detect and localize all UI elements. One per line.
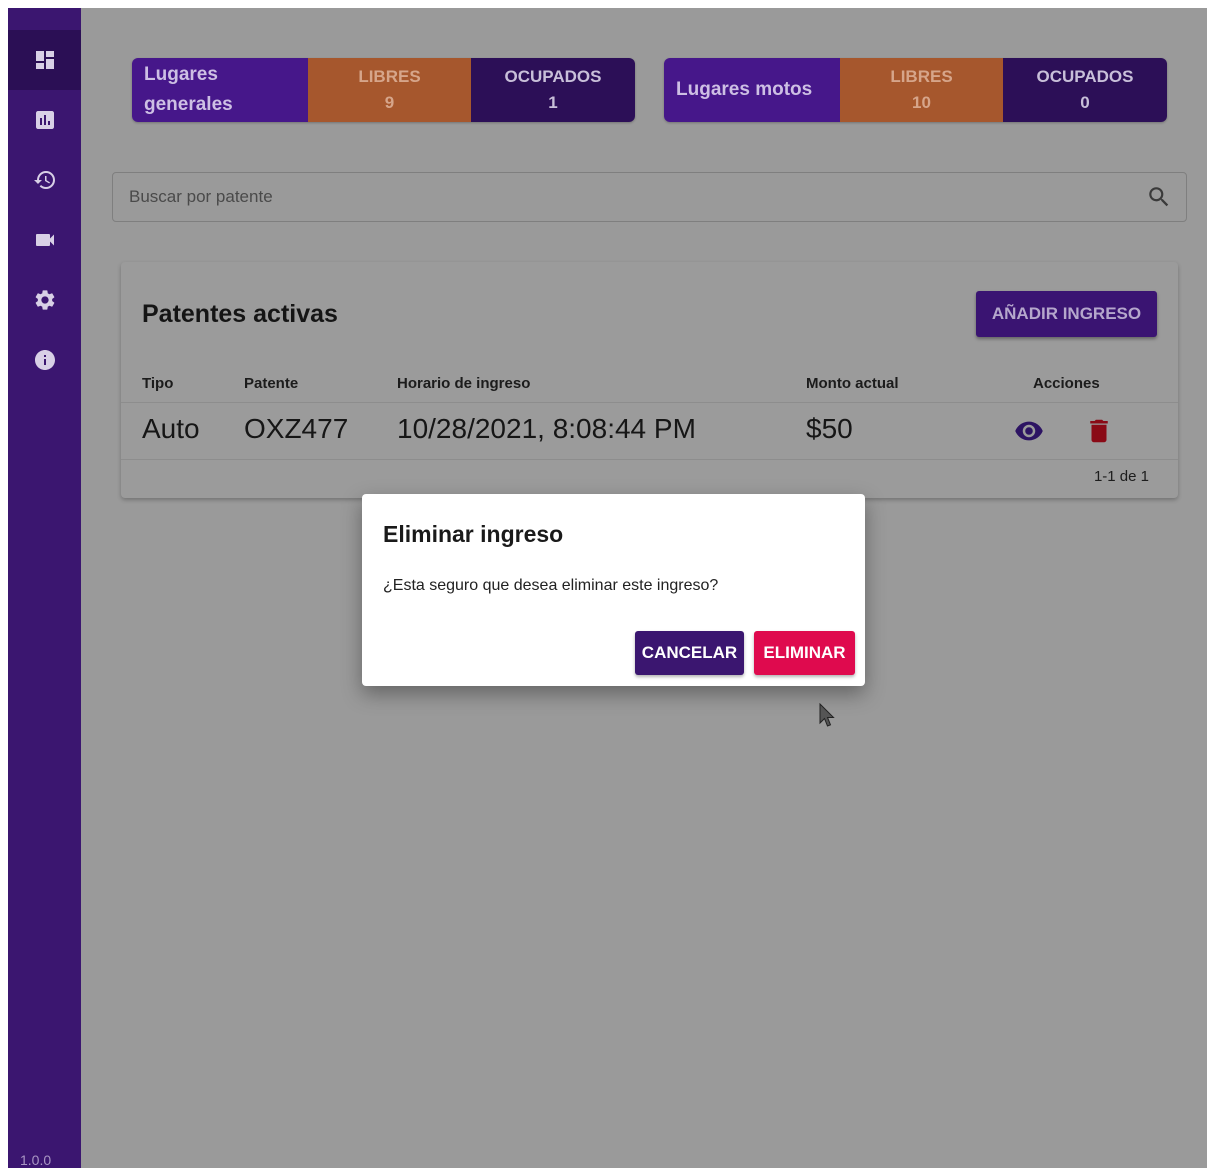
view-button[interactable] [1014, 416, 1044, 451]
stat-motos-label: Lugares motos [664, 58, 840, 122]
search-bar [112, 172, 1187, 222]
column-header-acciones: Acciones [1033, 375, 1100, 392]
sidebar-item-cameras[interactable] [8, 210, 81, 270]
cell-tipo: Auto [142, 413, 200, 444]
history-icon [33, 171, 55, 189]
stat-general-occupied-label: OCUPADOS [504, 67, 602, 86]
sidebar-item-dashboard[interactable] [8, 30, 81, 90]
dialog-message: ¿Esta seguro que desea eliminar este ing… [383, 577, 719, 594]
stat-motos-occupied-value: 0 [1080, 93, 1090, 112]
search-icon[interactable] [1146, 184, 1172, 210]
stat-general-occupied: OCUPADOS 1 [471, 58, 635, 122]
cancel-button[interactable]: CANCELAR [635, 631, 744, 675]
column-header-horario[interactable]: Horario de ingreso [397, 375, 530, 392]
cell-monto: $50 [806, 413, 853, 444]
camera-icon [35, 234, 54, 246]
sidebar-item-reports[interactable] [8, 90, 81, 150]
pagination-info: 1-1 de 1 [1093, 468, 1149, 485]
column-header-monto[interactable]: Monto actual [806, 375, 899, 392]
confirm-delete-button[interactable]: ELIMINAR [754, 631, 855, 675]
sidebar-item-history[interactable] [8, 150, 81, 210]
app-version: 1.0.0 [20, 1152, 52, 1168]
delete-button[interactable] [1084, 416, 1114, 451]
stat-general-occupied-value: 1 [548, 93, 558, 112]
stat-motos-occupied-label: OCUPADOS [1036, 67, 1134, 86]
window-frame-top [0, 0, 1207, 8]
stat-general-free: LIBRES 9 [308, 58, 471, 122]
stat-general-places: Lugares generales LIBRES 9 OCUPADOS 1 [132, 58, 635, 122]
settings-icon [35, 290, 54, 310]
column-header-patente[interactable]: Patente [244, 375, 298, 392]
sidebar: 1.0.0 [8, 8, 81, 1168]
stat-general-free-label: LIBRES [358, 67, 421, 86]
window-frame-left [0, 0, 8, 1168]
cell-horario: 10/28/2021, 8:08:44 PM [397, 413, 696, 444]
stat-motos-free-label: LIBRES [890, 67, 953, 86]
stat-general-free-value: 9 [384, 93, 395, 112]
stat-motos-occupied: OCUPADOS 0 [1003, 58, 1167, 122]
search-input[interactable] [127, 186, 1146, 208]
sidebar-item-info[interactable] [8, 330, 81, 390]
mouse-cursor-icon [819, 703, 835, 727]
eye-icon [1015, 421, 1043, 441]
delete-confirm-dialog: Eliminar ingreso ¿Esta seguro que desea … [362, 494, 865, 686]
active-plates-card: Patentes activas AÑADIR INGRESO Tipo Pat… [121, 262, 1178, 498]
stat-general-label: Lugares generales [132, 58, 308, 122]
stat-motos-free: LIBRES 10 [840, 58, 1003, 122]
table-row: Auto OXZ477 10/28/2021, 8:08:44 PM $50 [121, 402, 1178, 460]
column-header-tipo[interactable]: Tipo [142, 375, 173, 392]
add-entry-button[interactable]: AÑADIR INGRESO [976, 291, 1157, 337]
card-title: Patentes activas [142, 300, 338, 328]
dashboard-icon [35, 51, 54, 69]
info-icon [34, 350, 55, 370]
reports-icon [35, 111, 54, 129]
trash-icon [1090, 419, 1108, 443]
stat-motos-free-value: 10 [912, 93, 931, 112]
stat-moto-places: Lugares motos LIBRES 10 OCUPADOS 0 [664, 58, 1167, 122]
cell-patente: OXZ477 [244, 413, 349, 444]
sidebar-item-settings[interactable] [8, 270, 81, 330]
dialog-title: Eliminar ingreso [383, 521, 564, 547]
